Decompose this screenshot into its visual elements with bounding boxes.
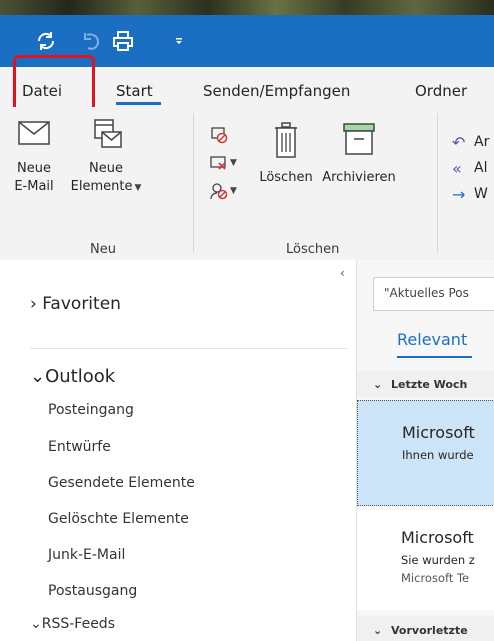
chevron-right-icon: › [30,294,37,314]
reply-label: Ar [474,134,490,150]
junk-icon [210,183,228,200]
junk-button[interactable]: ▼ [210,177,250,205]
new-items-label-2: Elemente [70,179,133,194]
archive-icon [343,123,375,155]
chevron-down-icon: ⌄ [30,616,42,632]
sync-icon[interactable] [30,25,62,57]
folder-entwuerfe[interactable]: Entwürfe [48,439,111,455]
message-list: "Aktuelles Pos Relevant ⌄ Letzte Woch Mic… [356,260,494,641]
group-header[interactable]: ⌄ Vorvorletzte [357,616,494,641]
delete-icon [275,122,297,158]
qat-dropdown-icon[interactable] [170,25,188,57]
chevron-down-icon: ⌄ [373,624,383,637]
folder-postausgang[interactable]: Postausgang [48,583,137,599]
group-header[interactable]: ⌄ Letzte Woch [357,370,494,398]
reply-all-button[interactable]: « Al [452,155,494,181]
delete-button[interactable]: Löschen [256,121,316,187]
favorites-header[interactable]: › Favoriten [30,294,121,314]
delete-label: Löschen [259,170,313,185]
print-icon[interactable] [107,25,139,57]
reply-button[interactable]: ↶ Ar [452,129,494,155]
list-item-selected[interactable]: Microsoft Ihnen wurde [357,400,494,506]
group-label-neu: Neu [90,242,116,257]
new-email-label-1: Neue [17,161,51,176]
group-header-label: Vorvorletzte [391,624,468,637]
respond-group: ↶ Ar «Al → W [452,129,494,207]
reply-all-label: Al [474,160,488,176]
ignore-icon [211,127,228,144]
forward-button[interactable]: → W [452,181,494,207]
new-items-icon [94,119,122,148]
cleanup-button[interactable]: ▼ [210,149,250,177]
favorites-label: Favoriten [42,294,121,314]
archive-button[interactable]: Archivieren [316,121,402,187]
reply-icon: ↶ [452,132,466,152]
chevron-down-icon: ⌄ [373,378,383,391]
account-label: Outlook [45,366,116,387]
rss-label: RSS-Feeds [41,616,115,632]
new-items-button[interactable]: Neue Elemente ▼ [64,117,148,197]
folder-gesendete-elemente[interactable]: Gesendete Elemente [48,475,195,491]
new-email-label-2: E-Mail [14,179,54,194]
small-delete-tools: ▼ ▼ [210,121,250,205]
mail-preview: Sie wurden z [401,553,475,567]
mail-preview-secondary: Microsoft Te [401,571,470,585]
mail-sender: Microsoft [401,528,474,547]
cleanup-icon [210,156,226,170]
new-mail-icon [18,121,50,145]
archive-label: Archivieren [322,170,396,185]
mail-sender: Microsoft [402,423,475,442]
divider [30,348,348,349]
active-filter-indicator [397,356,472,358]
search-input[interactable]: "Aktuelles Pos [373,277,494,311]
folder-junk-e-mail[interactable]: Junk-E-Mail [48,547,125,563]
collapse-pane-icon[interactable]: ‹ [340,266,345,280]
chevron-down-icon: ⌄ [30,366,46,387]
account-header[interactable]: ⌄Outlook [30,366,115,387]
folder-geloeschte-elemente[interactable]: Gelöschte Elemente [48,511,189,527]
tab-senden-empfangen[interactable]: Senden/Empfangen [203,82,350,100]
ribbon: Neue E-Mail Neue Elemente ▼ Neu ▼ ▼ Lösch… [0,107,494,260]
new-items-label-1: Neue [89,161,123,176]
group-separator [193,113,194,253]
folder-posteingang[interactable]: Posteingang [48,402,134,418]
ignore-button[interactable] [210,121,250,149]
list-item[interactable]: Microsoft Sie wurden z Microsoft Te [357,510,494,610]
active-tab-indicator [116,102,161,105]
forward-icon: → [452,184,466,204]
group-separator [437,113,438,253]
group-header-label: Letzte Woch [391,378,468,391]
undo-icon[interactable] [76,25,108,57]
group-label-loeschen: Löschen [286,242,340,257]
forward-label: W [474,186,488,202]
new-email-button[interactable]: Neue E-Mail [4,117,64,196]
mail-preview: Ihnen wurde [402,448,474,462]
desktop-background-strip [0,0,494,15]
tab-start[interactable]: Start [116,82,153,100]
folder-rss-feeds[interactable]: ⌄RSS-Feeds [30,616,115,632]
reply-all-icon: « [452,158,462,178]
chevron-down-icon: ▼ [134,183,142,193]
tab-relevant[interactable]: Relevant [397,330,467,349]
tab-ordner[interactable]: Ordner [415,82,467,100]
